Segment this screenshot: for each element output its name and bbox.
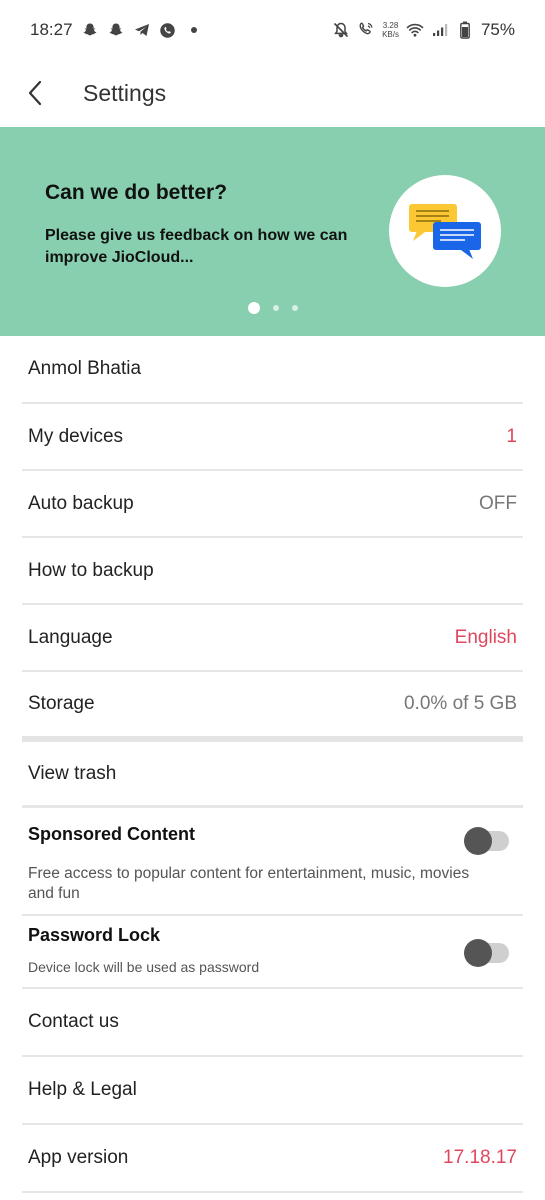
telegram-icon bbox=[133, 21, 151, 39]
feedback-chat-icon bbox=[389, 175, 501, 287]
status-bar: 18:27 3.28 KB/s 75% bbox=[0, 0, 545, 60]
storage-label: Storage bbox=[28, 693, 95, 714]
feedback-banner[interactable]: Can we do better? Please give us feedbac… bbox=[0, 127, 545, 336]
language-value: English bbox=[454, 626, 517, 648]
sponsored-content-description: Free access to popular content for enter… bbox=[28, 865, 470, 902]
back-arrow-icon bbox=[28, 80, 42, 106]
password-lock-row: Password Lock Device lock will be used a… bbox=[22, 916, 523, 989]
network-speed-unit: KB/s bbox=[382, 30, 399, 39]
wifi-call-icon bbox=[357, 21, 375, 39]
sponsored-content-toggle[interactable] bbox=[464, 827, 509, 855]
battery-percent: 75% bbox=[480, 20, 515, 39]
whatsapp-icon bbox=[159, 21, 177, 39]
banner-page-indicator bbox=[0, 302, 545, 314]
sponsored-content-row: Sponsored Content Free access to popular… bbox=[22, 808, 523, 916]
app-version-value: 17.18.17 bbox=[443, 1147, 517, 1168]
page-dot[interactable] bbox=[272, 305, 279, 311]
signal-icon bbox=[431, 21, 449, 39]
password-lock-toggle[interactable] bbox=[464, 939, 509, 967]
snapchat-icon bbox=[81, 21, 99, 39]
view-trash-row[interactable]: View trash bbox=[22, 742, 523, 808]
banner-title: Can we do better? bbox=[45, 181, 228, 204]
wifi-icon bbox=[406, 21, 424, 39]
help-legal-row[interactable]: Help & Legal bbox=[22, 1057, 523, 1125]
password-lock-title: Password Lock bbox=[28, 925, 161, 945]
help-legal-label: Help & Legal bbox=[28, 1079, 137, 1100]
how-to-backup-row[interactable]: How to backup bbox=[22, 538, 523, 605]
page-dot-active[interactable] bbox=[247, 302, 260, 314]
page-title: Settings bbox=[83, 79, 167, 106]
notification-dot-icon bbox=[185, 21, 203, 39]
account-row[interactable]: Anmol Bhatia bbox=[22, 336, 523, 404]
status-bar-left: 18:27 bbox=[30, 20, 203, 40]
settings-list: Anmol Bhatia My devices 1 Auto backup OF… bbox=[22, 336, 523, 1193]
network-speed-value: 3.28 bbox=[382, 21, 399, 30]
auto-backup-row[interactable]: Auto backup OFF bbox=[22, 471, 523, 538]
status-bar-right: 3.28 KB/s 75% bbox=[332, 20, 515, 40]
how-to-backup-label: How to backup bbox=[28, 559, 154, 581]
network-speed: 3.28 KB/s bbox=[382, 21, 399, 39]
mute-bell-icon bbox=[332, 21, 350, 39]
account-name: Anmol Bhatia bbox=[28, 358, 142, 379]
auto-backup-status: OFF bbox=[479, 492, 517, 514]
app-header: Settings bbox=[0, 60, 545, 126]
view-trash-label: View trash bbox=[28, 762, 117, 784]
language-row[interactable]: Language English bbox=[22, 605, 523, 672]
auto-backup-label: Auto backup bbox=[28, 492, 134, 514]
sponsored-content-title: Sponsored Content bbox=[28, 824, 195, 844]
back-button[interactable] bbox=[8, 65, 64, 121]
page-dot[interactable] bbox=[291, 305, 298, 311]
password-lock-description: Device lock will be used as password bbox=[28, 959, 260, 975]
my-devices-row[interactable]: My devices 1 bbox=[22, 404, 523, 471]
contact-us-label: Contact us bbox=[28, 1011, 119, 1032]
status-time: 18:27 bbox=[30, 20, 73, 39]
battery-icon bbox=[456, 21, 474, 39]
app-version-label: App version bbox=[28, 1147, 129, 1168]
language-label: Language bbox=[28, 626, 113, 648]
toggle-knob bbox=[464, 827, 492, 855]
my-devices-count: 1 bbox=[506, 425, 517, 447]
banner-text: Please give us feedback on how we can im… bbox=[45, 227, 348, 266]
contact-us-row[interactable]: Contact us bbox=[22, 989, 523, 1057]
my-devices-label: My devices bbox=[28, 425, 124, 447]
storage-row[interactable]: Storage 0.0% of 5 GB bbox=[22, 672, 523, 742]
storage-value: 0.0% of 5 GB bbox=[403, 693, 517, 714]
toggle-knob bbox=[464, 939, 492, 967]
app-version-row[interactable]: App version 17.18.17 bbox=[22, 1125, 523, 1193]
snapchat-icon bbox=[107, 21, 125, 39]
